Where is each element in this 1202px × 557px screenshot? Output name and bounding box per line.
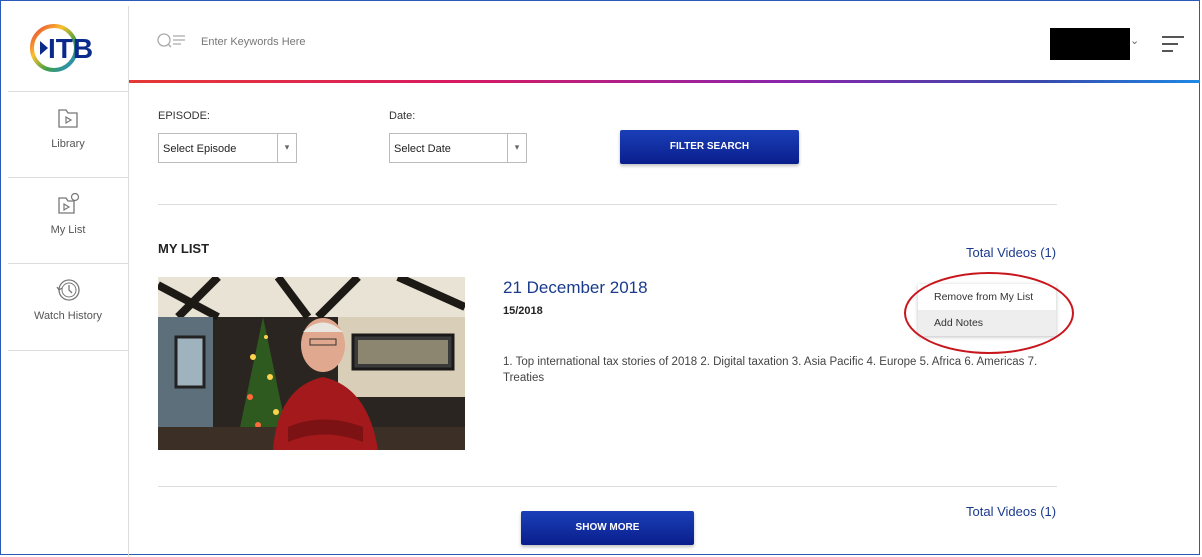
video-episode-number: 15/2018 (503, 305, 543, 317)
search-icon[interactable] (157, 32, 187, 52)
sidebar-item-my-list[interactable]: My List (8, 177, 128, 264)
sidebar-item-label: Library (51, 138, 85, 150)
sidebar-item-label: Watch History (33, 310, 103, 322)
divider (158, 486, 1057, 487)
sidebar-item-library[interactable]: Library (8, 91, 128, 178)
chevron-down-icon: ▾ (507, 133, 526, 163)
episode-select-value: Select Episode (163, 143, 237, 155)
video-description: 1. Top international tax stories of 2018… (503, 356, 1038, 384)
logo-text: ITB (48, 33, 93, 64)
itb-logo[interactable]: ITB (26, 18, 114, 78)
date-select[interactable]: Select Date ▾ (389, 133, 527, 163)
episode-label: EPISODE: (158, 110, 210, 122)
divider (158, 204, 1057, 205)
my-list-icon (58, 192, 80, 214)
user-account-box[interactable] (1050, 28, 1130, 60)
history-icon (56, 279, 80, 301)
sidebar: ITB Library My List Watch History (8, 6, 129, 557)
chevron-down-icon[interactable]: ⌄ (1130, 34, 1139, 47)
date-select-value: Select Date (394, 143, 451, 155)
my-list-title: MY LIST (158, 241, 210, 256)
sidebar-item-watch-history[interactable]: Watch History (8, 263, 128, 351)
filter-search-button[interactable]: FILTER SEARCH (620, 130, 799, 164)
video-title[interactable]: 21 December 2018 (503, 278, 648, 298)
date-label: Date: (389, 110, 416, 122)
total-videos-count: Total Videos (1) (966, 245, 1057, 260)
library-icon (58, 109, 78, 128)
sidebar-item-label: My List (50, 224, 86, 236)
episode-select[interactable]: Select Episode ▾ (158, 133, 297, 163)
show-more-button[interactable]: SHOW MORE (521, 511, 694, 545)
red-highlight-annotation (904, 272, 1074, 354)
top-bar: ⌄ (129, 6, 1200, 80)
bottom-total-videos-count: Total Videos (1) (966, 504, 1057, 519)
chevron-down-icon: ▾ (277, 133, 296, 163)
hamburger-menu-icon[interactable] (1162, 35, 1184, 53)
search-input[interactable] (201, 32, 501, 52)
video-thumbnail[interactable] (158, 277, 465, 450)
header-gradient-divider (129, 80, 1200, 83)
